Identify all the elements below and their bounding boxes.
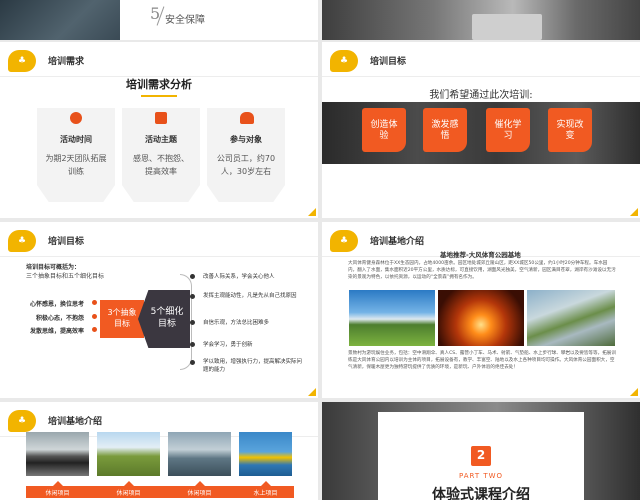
part-label: PART TWO xyxy=(458,472,504,480)
activity-label-2: 休闲项目 xyxy=(116,490,141,497)
right-goal-5: 学以致用，增强执行力，提高解决实际问题的能力 xyxy=(203,359,303,373)
intro-text: 三个抽象目标和五个细化目标 xyxy=(26,273,105,280)
right-bullet-3 xyxy=(190,320,195,325)
slide-title: 培训基地介绍 xyxy=(48,417,103,427)
card-text-audience: 公司员工，约70人，30岁左右 xyxy=(216,154,276,176)
box-abstract-label: 3个抽象目标 xyxy=(107,308,137,328)
photo-fishing xyxy=(168,432,231,476)
header-divider xyxy=(0,256,318,257)
header-badge: ♣ xyxy=(8,50,36,72)
team-icon: ♣ xyxy=(17,236,27,246)
base-para-1: 大风体育健身森林位于XX生态园内，占地4000亩余。园区地处城郊丘陵山区，距XX… xyxy=(348,261,616,280)
right-bullet-4 xyxy=(190,342,195,347)
header-badge: ♣ xyxy=(330,50,358,72)
slide-photo-partial[interactable] xyxy=(322,0,640,40)
page-corner: 3 xyxy=(308,208,316,216)
left-goal-3: 发散思维，提高效率 xyxy=(30,328,85,335)
activity-notch-4 xyxy=(261,481,271,486)
clock-icon xyxy=(70,112,82,124)
goal-tile-label-3: 催化学习 xyxy=(494,120,522,141)
base-caption: 基地推荐-大风体育公园基地 xyxy=(440,251,521,259)
slide-training-goals-tiles[interactable]: ♣ 培训目标 我们希望通过此次培训: 创造体验 激发感悟 催化学习 实现改变 4 xyxy=(322,42,640,218)
slide-base-intro-1[interactable]: ♣ 培训基地介绍 基地推荐-大风体育公园基地 大风体育健身森林位于XX生态园内，… xyxy=(322,222,640,398)
card-title-theme: 活动主题 xyxy=(145,135,177,144)
people-icon xyxy=(240,112,254,124)
laptop-shape xyxy=(472,14,542,40)
header-badge: ♣ xyxy=(330,230,358,252)
right-goal-3: 自信乐观，方法总比困难多 xyxy=(203,320,270,326)
team-icon: ♣ xyxy=(339,236,349,246)
card-text-theme: 感恩、不抱怨、提高效率 xyxy=(133,154,189,176)
heading-underline xyxy=(141,95,177,97)
slide-grid: 5 安全保障 ♣ 培训需求 培训需求分析 活动时间 活动主题 参与对象 为期2天… xyxy=(0,0,640,500)
page-corner: 5 xyxy=(308,388,316,396)
right-goal-4: 学会学习，勇于创新 xyxy=(203,342,253,348)
left-goal-1: 心怀感恩，换位思考 xyxy=(30,301,85,308)
photo-lake-mountains xyxy=(349,290,435,346)
goal-tile-label-4: 实现改变 xyxy=(556,120,584,141)
page-corner: 6 xyxy=(630,388,638,396)
slide-subtitle: 我们希望通过此次培训: xyxy=(429,90,533,101)
slide-title: 培训目标 xyxy=(370,57,407,67)
section-label: 安全保障 xyxy=(165,15,205,26)
header-badge: ♣ xyxy=(8,410,36,432)
left-bullet-2 xyxy=(92,314,97,319)
slide-photo-dark xyxy=(0,0,120,40)
header-divider xyxy=(322,76,640,77)
page-corner: 4 xyxy=(630,208,638,216)
team-icon: ♣ xyxy=(339,56,349,66)
activity-label-3: 休闲项目 xyxy=(187,490,212,497)
slide-base-intro-2[interactable]: ♣ 培训基地介绍 休闲项目 休闲项目 休闲项目 水上项目 xyxy=(0,402,318,500)
intro-title: 培训目标可概括为： xyxy=(26,264,81,271)
activity-notch-2 xyxy=(124,481,134,486)
part-title: 体验式课程介绍 xyxy=(432,487,530,500)
photo-race-cars xyxy=(26,432,89,476)
section-heading: 培训需求分析 xyxy=(126,78,192,91)
base-para-2: 景致村为游玩娱住业务，包括：空中滑翔伞、真人CS、露营小丁车、马术、射箭、气垫船… xyxy=(348,351,616,370)
slide-title: 培训基地介绍 xyxy=(370,237,425,247)
photo-sunset xyxy=(438,290,524,346)
left-bullet-1 xyxy=(92,300,97,305)
header-badge: ♣ xyxy=(8,230,36,252)
goal-tile-label-2: 激发感悟 xyxy=(431,120,459,141)
right-goal-2: 发挥主观能动性，凡是先从自己找原因 xyxy=(203,293,297,299)
slide-safety-partial[interactable]: 5 安全保障 xyxy=(0,0,318,40)
theme-icon xyxy=(155,112,167,124)
card-title-time: 活动时间 xyxy=(60,135,92,144)
team-icon: ♣ xyxy=(17,416,27,426)
right-bullet-1 xyxy=(190,274,195,279)
activity-notch-3 xyxy=(195,481,205,486)
activity-label-1: 休闲项目 xyxy=(45,490,70,497)
slide-title: 培训需求 xyxy=(48,57,85,67)
photo-river xyxy=(527,290,615,346)
part-number: 2 xyxy=(476,448,486,462)
slide-title: 培训目标 xyxy=(48,237,85,247)
slide-training-goals-diagram[interactable]: ♣ 培训目标 培训目标可概括为： 三个抽象目标和五个细化目标 心怀感恩，换位思考… xyxy=(0,222,318,398)
team-icon: ♣ xyxy=(17,56,27,66)
left-goal-2: 积极心态，不抱怨 xyxy=(36,315,85,322)
right-bullet-5 xyxy=(190,360,195,365)
activity-label-4: 水上项目 xyxy=(253,490,278,497)
photo-kayak xyxy=(239,432,292,476)
slide-part-two[interactable]: 2 PART TWO 体验式课程介绍 xyxy=(322,402,640,500)
photo-horse-riding xyxy=(97,432,160,476)
right-goal-1: 改善人际关系，学会关心他人 xyxy=(203,274,275,280)
activity-notch-1 xyxy=(53,481,63,486)
card-title-audience: 参与对象 xyxy=(230,135,262,144)
slide-training-needs[interactable]: ♣ 培训需求 培训需求分析 活动时间 活动主题 参与对象 为期2天团队拓展训练 … xyxy=(0,42,318,218)
goal-tile-label-1: 创造体验 xyxy=(370,120,398,141)
right-bullet-2 xyxy=(190,294,195,299)
left-bullet-3 xyxy=(92,327,97,332)
card-text-time: 为期2天团队拓展训练 xyxy=(45,154,107,176)
